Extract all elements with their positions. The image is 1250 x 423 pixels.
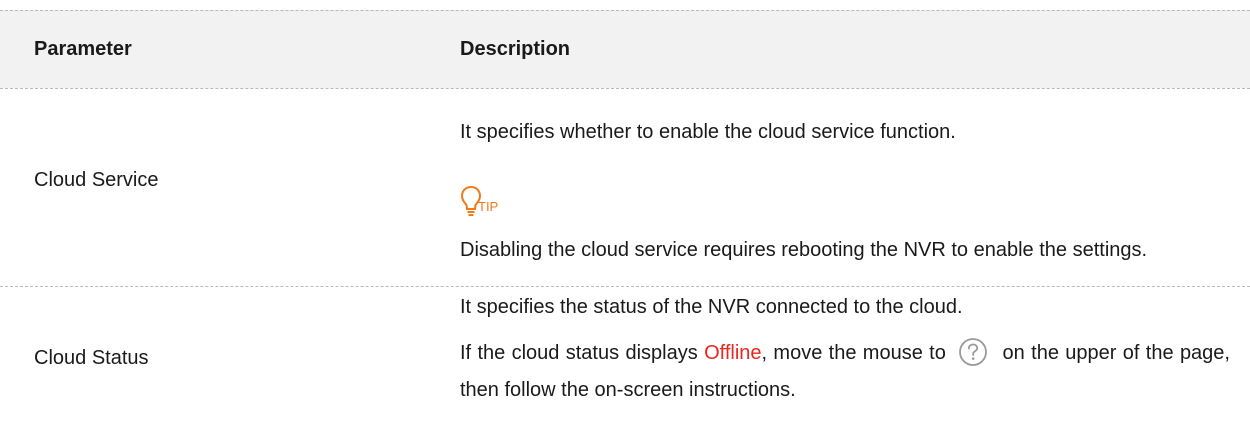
column-header-parameter: Parameter (34, 38, 132, 60)
column-header-description: Description (460, 38, 571, 60)
description-text: , move the mouse to (761, 342, 953, 364)
description-line: It specifies the status of the NVR conne… (460, 296, 963, 318)
tip-badge: TIP (460, 185, 520, 219)
divider (0, 10, 1250, 11)
param-cloud-service: Cloud Service (34, 169, 159, 191)
status-offline: Offline (704, 342, 762, 364)
divider (0, 88, 1250, 89)
question-circle-icon (959, 337, 988, 366)
param-cloud-status: Cloud Status (34, 347, 149, 369)
description-text: If the cloud status displays (460, 342, 705, 364)
tip-label: TIP (478, 199, 499, 214)
parameter-table: Parameter Description Cloud Service It s… (0, 0, 1250, 423)
description-line: It specifies whether to enable the cloud… (460, 121, 956, 143)
table-header (0, 10, 1250, 88)
description-line: Disabling the cloud service requires reb… (460, 239, 1148, 261)
description-paragraph: If the cloud status displays Offline, mo… (460, 335, 1230, 409)
divider (0, 286, 1250, 287)
